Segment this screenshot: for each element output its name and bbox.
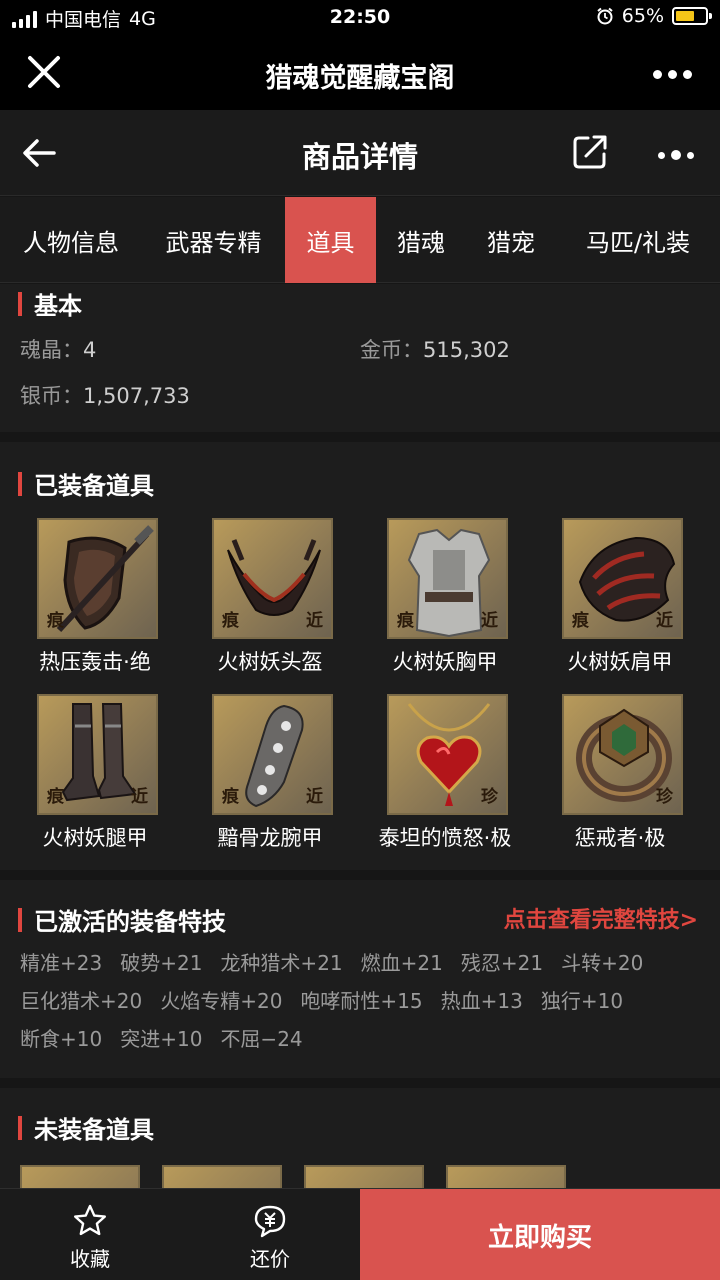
- section-header: 基本: [18, 286, 82, 321]
- section-accent: [18, 471, 22, 496]
- skill-item: 巨化猎术+20: [20, 989, 143, 1013]
- shield-lance-icon: 痕: [37, 518, 158, 639]
- horned-helmet-icon: 痕 近: [212, 518, 333, 639]
- view-all-skills-link[interactable]: 点击查看完整特技>: [504, 902, 698, 934]
- tab-weapon-mastery[interactable]: 武器专精: [142, 197, 285, 283]
- favorite-label: 收藏: [70, 1247, 110, 1271]
- skill-item: 精准+23: [20, 951, 103, 975]
- share-icon[interactable]: [570, 132, 610, 172]
- item-badge-right: 近: [306, 611, 323, 631]
- skill-item: 燃血+21: [360, 951, 443, 975]
- more-options-icon[interactable]: [658, 150, 694, 160]
- item-name: 黯骨龙腕甲: [217, 826, 323, 850]
- ring-icon: 珍: [562, 694, 683, 815]
- section-title: 基本: [34, 292, 82, 320]
- item-name: 火树妖胸甲: [392, 650, 498, 674]
- bargain-button[interactable]: 还价: [180, 1189, 360, 1280]
- section-header: 已装备道具: [18, 466, 154, 501]
- soul-crystal-row: 魂晶：4: [20, 334, 96, 364]
- skill-item: 火焰专精+20: [160, 989, 283, 1013]
- skill-item: 龙种猎术+21: [220, 951, 343, 975]
- silver-row: 银币：1,507,733: [20, 380, 190, 410]
- leg-armor-icon: 痕 近: [37, 694, 158, 815]
- gold-row: 金币：515,302: [360, 334, 510, 364]
- section-title: 未装备道具: [34, 1116, 154, 1144]
- status-bar: 中国电信 4G 22:50 65%: [0, 0, 720, 36]
- item-badge-left: 痕: [572, 611, 589, 631]
- price-tag-icon: [254, 1205, 286, 1238]
- more-menu-icon[interactable]: [653, 70, 692, 79]
- tab-hunter-souls[interactable]: 猎魂: [376, 197, 466, 283]
- skill-item: 咆哮耐性+15: [300, 989, 423, 1013]
- skill-item: 不屈−24: [220, 1027, 303, 1051]
- gold-label: 金币：: [360, 338, 423, 362]
- bargain-label: 还价: [250, 1247, 290, 1271]
- app-header: 商品详情: [0, 110, 720, 196]
- skill-item: 断食+10: [20, 1027, 103, 1051]
- section-accent: [18, 907, 22, 932]
- chest-armor-icon: 痕 近: [387, 518, 508, 639]
- skill-item: 突进+10: [120, 1027, 203, 1051]
- buy-now-button[interactable]: 立即购买: [360, 1189, 720, 1280]
- item-badge-right: 珍: [656, 787, 673, 807]
- equipped-items-section: 已装备道具 痕 热压轰击·绝 痕 近 火树妖头盔 痕 近 火树妖胸甲 痕 近 火…: [0, 442, 720, 870]
- skills-list: 精准+23 破势+21 龙种猎术+21 燃血+21 残忍+21 斗转+20 巨化猎术+20 火…: [20, 944, 710, 1058]
- gauntlet-icon: 痕 近: [212, 694, 333, 815]
- alarm-icon: [597, 7, 613, 25]
- mini-program-bar: 猎魂觉醒藏宝阁: [0, 36, 720, 110]
- battery-percent: 65%: [621, 5, 664, 27]
- item-badge-left: 痕: [222, 611, 239, 631]
- soul-crystal-value: 4: [83, 338, 97, 362]
- section-header: 已激活的装备特技: [18, 902, 226, 937]
- bottom-action-bar: 收藏 还价 立即购买: [0, 1188, 720, 1280]
- skill-item: 破势+21: [120, 951, 203, 975]
- section-accent: [18, 291, 22, 316]
- item-badge-right: 珍: [481, 787, 498, 807]
- section-title: 已装备道具: [34, 472, 154, 500]
- item-badge-left: 痕: [222, 787, 239, 807]
- item-badge-left: 痕: [397, 611, 414, 631]
- skill-item: 独行+10: [540, 989, 624, 1013]
- section-title: 已激活的装备特技: [34, 908, 226, 936]
- skill-item: 斗转+20: [561, 951, 644, 975]
- item-badge-right: 近: [481, 611, 498, 631]
- item-name: 火树妖肩甲: [567, 650, 673, 674]
- item-badge-right: 近: [656, 611, 673, 631]
- mini-program-title: 猎魂觉醒藏宝阁: [265, 63, 455, 94]
- tab-mounts-outfits[interactable]: 马匹/礼装: [556, 197, 720, 283]
- shoulder-armor-icon: 痕 近: [562, 518, 683, 639]
- heart-pendant-icon: 珍: [387, 694, 508, 815]
- battery-icon: [672, 7, 712, 25]
- category-tabs: 人物信息 武器专精 道具 猎魂 猎宠 马匹/礼装: [0, 197, 720, 283]
- item-name: 火树妖头盔: [217, 650, 323, 674]
- skill-item: 残忍+21: [460, 951, 544, 975]
- item-badge-left: 痕: [47, 787, 64, 807]
- soul-crystal-label: 魂晶：: [20, 338, 83, 362]
- star-icon: [74, 1204, 106, 1236]
- activated-skills-section: 已激活的装备特技 点击查看完整特技> 精准+23 破势+21 龙种猎术+21 燃血+2…: [0, 880, 720, 1078]
- section-header: 未装备道具: [18, 1110, 154, 1145]
- item-name: 火树妖腿甲: [42, 826, 148, 850]
- silver-label: 银币：: [20, 384, 83, 408]
- gold-value: 515,302: [423, 338, 510, 362]
- item-badge-right: 近: [131, 787, 148, 807]
- silver-value: 1,507,733: [83, 384, 190, 408]
- item-badge-right: 近: [306, 787, 323, 807]
- item-name: 泰坦的愤怒·极: [378, 826, 512, 850]
- tab-items[interactable]: 道具: [285, 197, 376, 283]
- item-name: 惩戒者·极: [574, 826, 666, 850]
- favorite-button[interactable]: 收藏: [0, 1189, 180, 1280]
- basic-section: 基本 魂晶：4 金币：515,302 银币：1,507,733: [0, 284, 720, 432]
- item-name: 热压轰击·绝: [39, 650, 151, 674]
- item-badge-left: 痕: [47, 611, 64, 631]
- tab-character-info[interactable]: 人物信息: [0, 197, 142, 283]
- skill-item: 热血+13: [440, 989, 523, 1013]
- page-title: 商品详情: [301, 140, 418, 174]
- section-accent: [18, 1115, 22, 1140]
- tab-pets[interactable]: 猎宠: [466, 197, 556, 283]
